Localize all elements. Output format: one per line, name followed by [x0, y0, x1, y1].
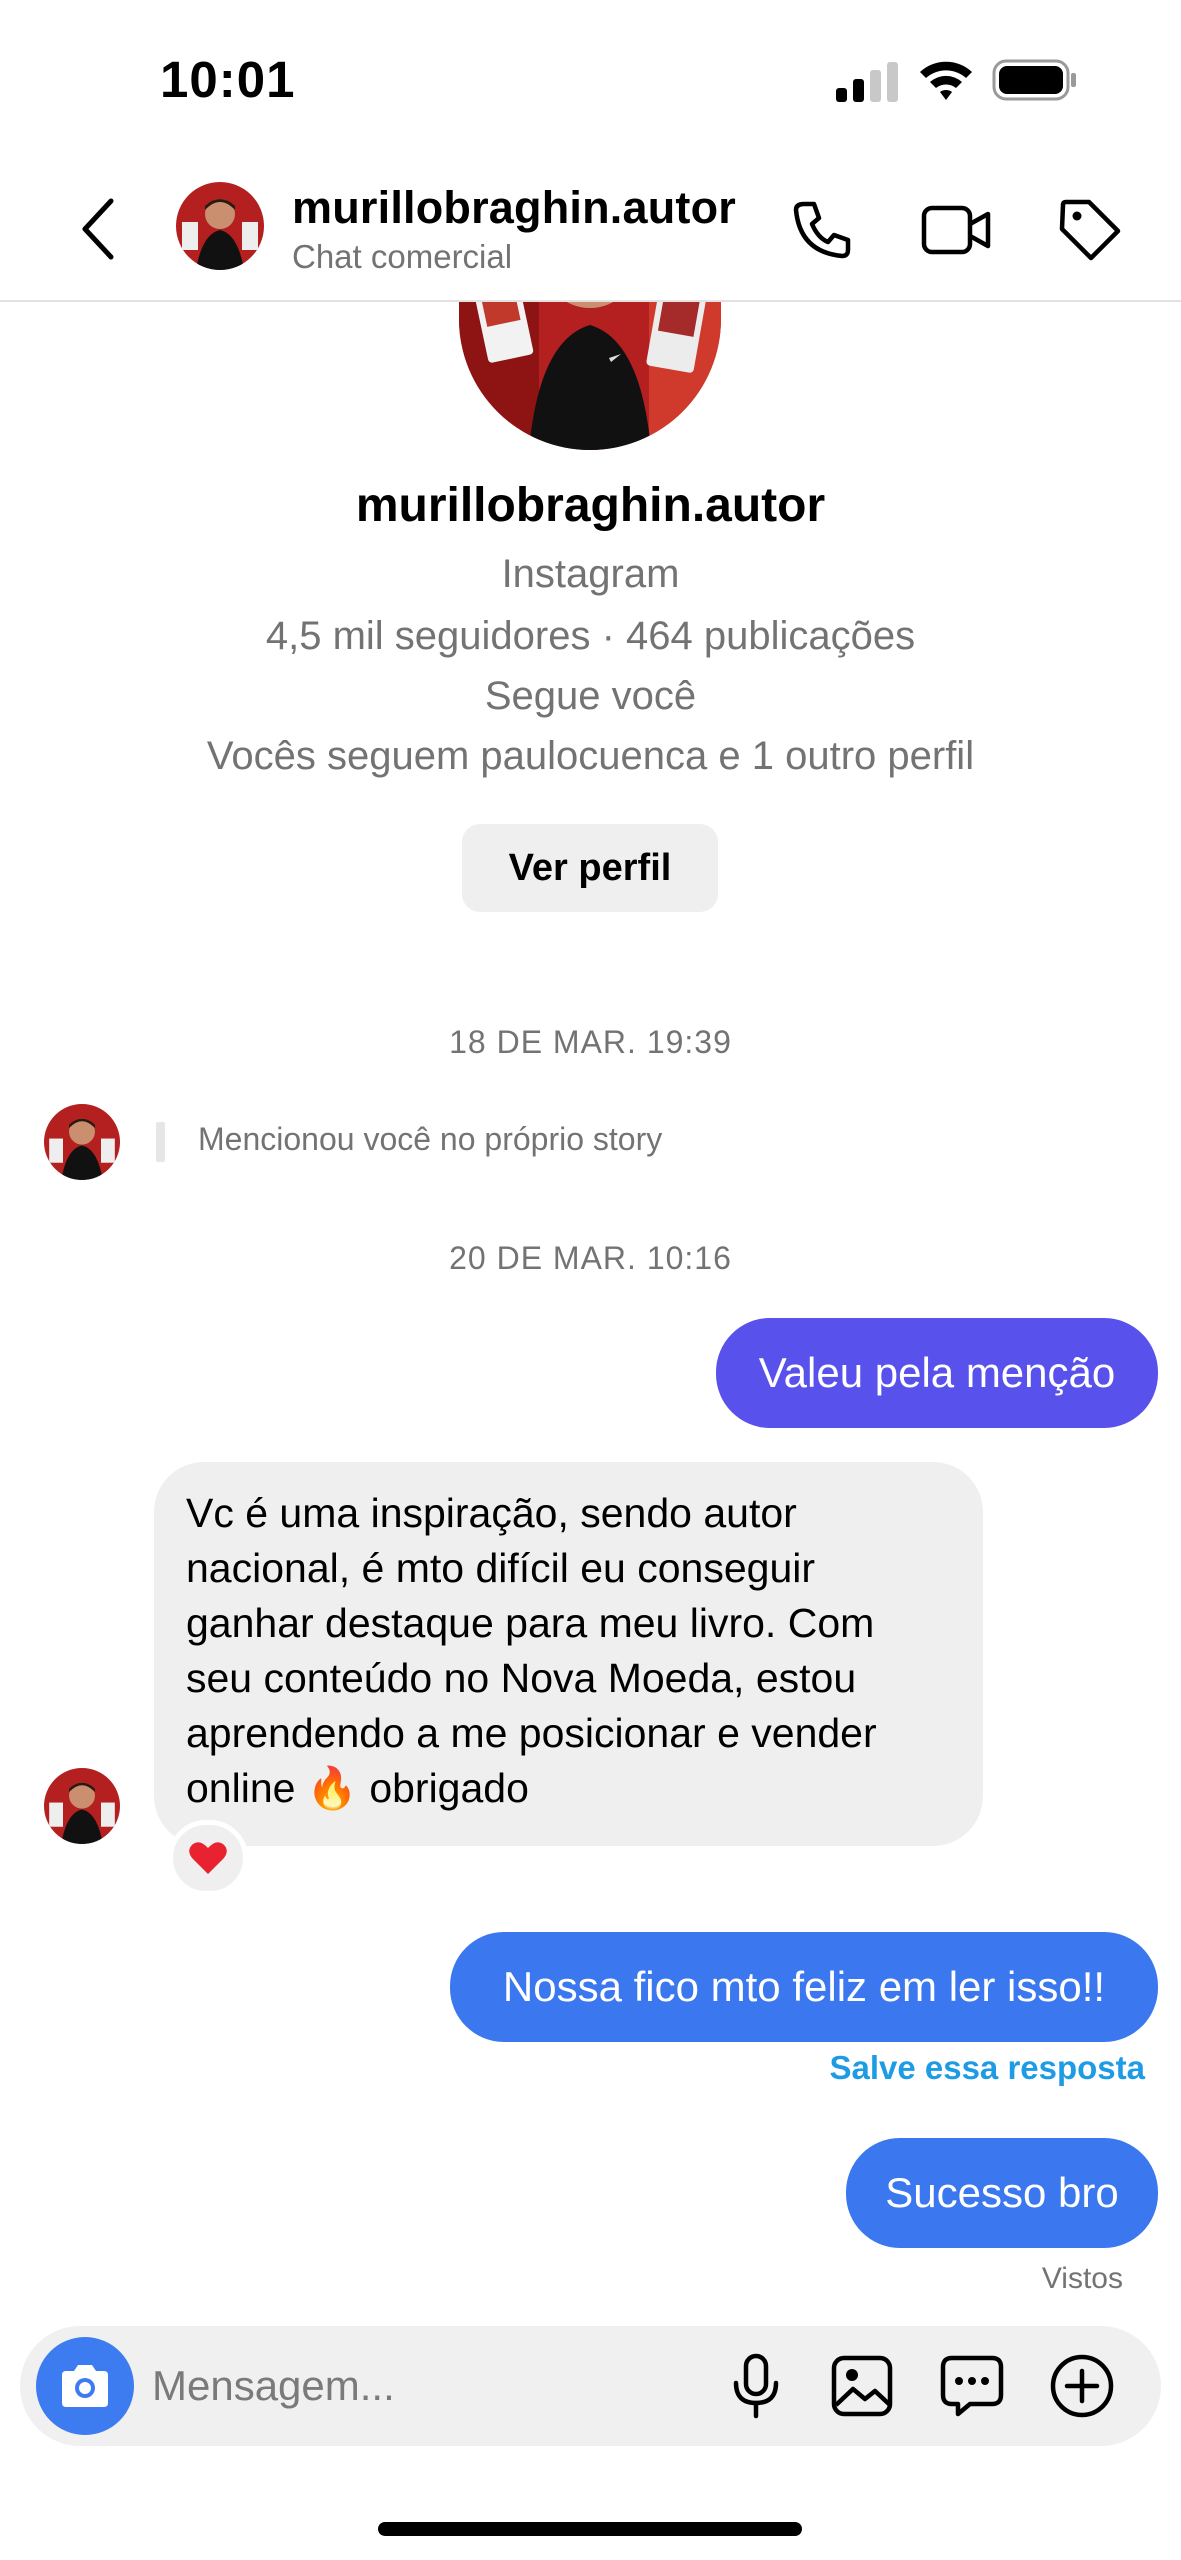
- status-time: 10:01: [160, 51, 296, 108]
- sender-avatar[interactable]: [44, 1768, 120, 1844]
- view-profile-button[interactable]: Ver perfil: [462, 824, 718, 912]
- message-input[interactable]: [152, 2348, 692, 2424]
- message-line: seu conteúdo no Nova Moeda, estou: [186, 1655, 857, 1701]
- message-line: nacional, é mto difícil eu conseguir: [186, 1545, 816, 1591]
- header-subtitle: Chat comercial: [292, 238, 513, 275]
- wifi-icon: [920, 61, 972, 100]
- story-mention-text[interactable]: Mencionou você no próprio story: [198, 1121, 662, 1158]
- heart-icon: [189, 1842, 227, 1874]
- message-bubble-outgoing[interactable]: Sucesso bro: [846, 2138, 1158, 2248]
- cellular-signal-icon: [836, 62, 898, 102]
- profile-name: murillobraghin.autor: [355, 479, 826, 532]
- save-reply-link[interactable]: Salve essa resposta: [829, 2049, 1145, 2087]
- video-icon: [921, 205, 991, 255]
- gallery-button[interactable]: [822, 2346, 902, 2426]
- camera-icon: [62, 2365, 108, 2407]
- avatar[interactable]: [176, 182, 264, 270]
- message-line: aprendendo a me posicionar e vender: [186, 1710, 877, 1756]
- heart-reaction[interactable]: [168, 1820, 248, 1896]
- tag-icon: [1059, 199, 1121, 261]
- profile-follows-you: Segue você: [484, 674, 697, 718]
- sticker-button[interactable]: [932, 2346, 1012, 2426]
- seen-status: Vistos: [1041, 2262, 1123, 2295]
- profile-stats: 4,5 mil seguidores · 464 publicações: [265, 614, 916, 658]
- message-bubble-outgoing[interactable]: Nossa fico mto feliz em ler isso!!: [450, 1932, 1158, 2042]
- camera-button[interactable]: [36, 2337, 134, 2435]
- label-button[interactable]: [1050, 190, 1130, 270]
- date-separator: 20 DE MAR. 10:16: [449, 1240, 732, 1276]
- date-separator: 18 DE MAR. 19:39: [449, 1024, 732, 1060]
- sticker-icon: [940, 2355, 1004, 2417]
- message-line: Vc é uma inspiração, sendo autor: [186, 1490, 797, 1536]
- chat-header: murillobraghin.autor Chat comercial: [0, 160, 1181, 302]
- story-reply-bar: [156, 1122, 165, 1162]
- image-icon: [831, 2355, 893, 2417]
- message-text: obrigado: [369, 1765, 529, 1811]
- more-options-button[interactable]: [1042, 2346, 1122, 2426]
- message-line: online 🔥 obrigado: [186, 1761, 951, 1816]
- battery-icon: [992, 59, 1076, 101]
- video-call-button[interactable]: [916, 190, 996, 270]
- microphone-icon: [733, 2353, 779, 2419]
- message-composer: [20, 2326, 1161, 2446]
- message-text: online: [186, 1765, 296, 1811]
- plus-icon: [1050, 2354, 1114, 2418]
- sender-avatar[interactable]: [44, 1104, 120, 1180]
- status-bar: 10:01: [0, 0, 1181, 160]
- voice-message-button[interactable]: [716, 2346, 796, 2426]
- profile-mutual: Vocês seguem paulocuenca e 1 outro perfi…: [206, 734, 975, 778]
- fire-emoji: 🔥: [306, 1765, 358, 1811]
- phone-icon: [793, 201, 851, 259]
- call-button[interactable]: [782, 190, 862, 270]
- back-button[interactable]: [68, 190, 130, 268]
- message-bubble-outgoing[interactable]: Valeu pela menção: [716, 1318, 1158, 1428]
- message-line: ganhar destaque para meu livro. Com: [186, 1600, 875, 1646]
- back-arrow-icon: [82, 198, 114, 260]
- home-indicator[interactable]: [378, 2522, 802, 2536]
- message-bubble-incoming[interactable]: Vc é uma inspiração, sendo autor naciona…: [154, 1462, 983, 1846]
- profile-platform: Instagram: [501, 552, 680, 596]
- header-username[interactable]: murillobraghin.autor: [292, 182, 736, 234]
